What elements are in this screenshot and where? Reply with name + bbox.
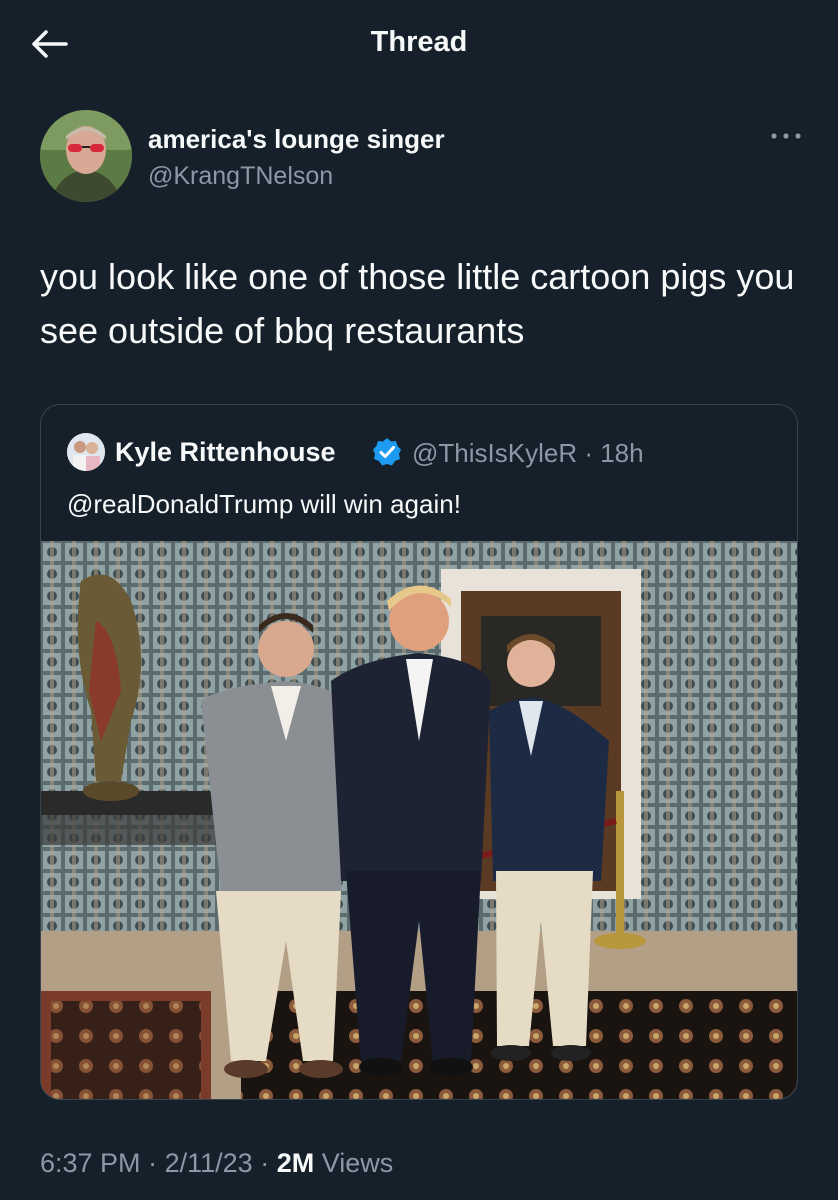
more-horizontal-icon <box>771 133 801 139</box>
quoted-avatar-image <box>67 433 105 471</box>
tweet-text: you look like one of those little cartoo… <box>40 256 795 351</box>
views-count[interactable]: 2M <box>277 1148 315 1178</box>
meta-separator: · <box>260 1148 270 1178</box>
tweet-date[interactable]: 2/11/23 <box>165 1148 253 1178</box>
verified-badge-icon <box>372 437 402 467</box>
tweet-time[interactable]: 6:37 PM <box>40 1148 141 1178</box>
avatar[interactable] <box>40 110 132 202</box>
avatar-image <box>40 110 132 202</box>
quoted-handle-time: @ThisIsKyleR · 18h <box>412 438 644 468</box>
quoted-avatar <box>67 433 105 471</box>
views-label: Views <box>321 1148 394 1178</box>
quoted-tweet-header: Kyle Rittenhouse @ThisIsKyleR · 18h <box>67 433 787 473</box>
quoted-author-name: Kyle Rittenhouse <box>115 437 336 467</box>
tweet-meta: 6:37 PM · 2/11/23 · 2M Views <box>40 1148 393 1179</box>
more-button[interactable] <box>766 124 806 148</box>
meta-separator: · <box>148 1148 158 1178</box>
quoted-tweet-text: @realDonaldTrump will win again! <box>67 489 461 519</box>
page-title: Thread <box>370 26 468 58</box>
author-name[interactable]: america's lounge singer <box>148 124 445 155</box>
top-bar: Thread <box>0 0 838 88</box>
quoted-tweet[interactable]: Kyle Rittenhouse @ThisIsKyleR · 18h @rea… <box>40 404 798 1100</box>
tweet-author: america's lounge singer @KrangTNelson <box>40 110 801 206</box>
quoted-tweet-photo[interactable] <box>41 541 797 1099</box>
author-handle[interactable]: @KrangTNelson <box>148 162 333 191</box>
